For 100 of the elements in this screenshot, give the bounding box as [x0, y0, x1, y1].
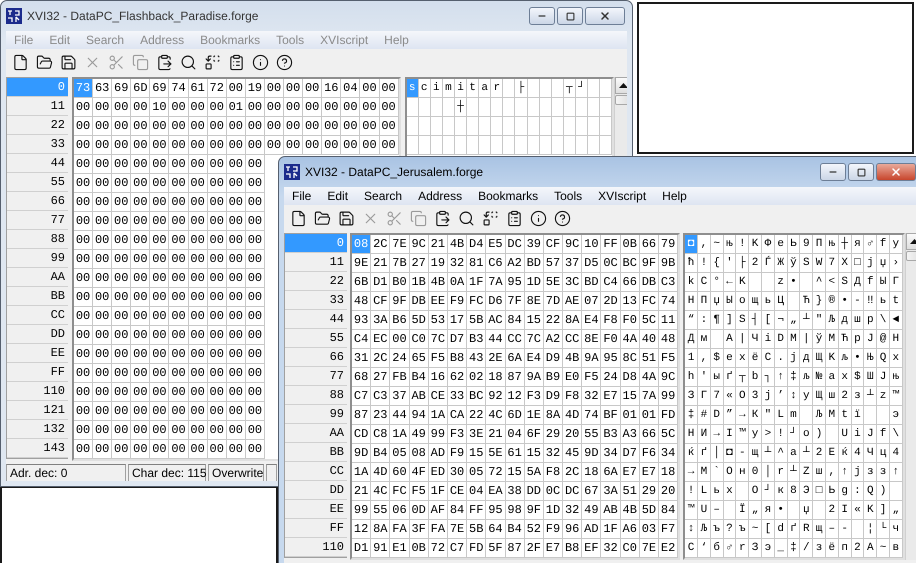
text-char-cell[interactable]: m — [788, 406, 800, 425]
text-char-cell[interactable]: ! — [774, 425, 788, 444]
hex-byte-cell[interactable]: 00 — [226, 402, 246, 421]
text-char-cell[interactable]: ├ — [515, 79, 528, 98]
hex-byte-cell[interactable]: 00 — [284, 117, 304, 136]
text-char-cell[interactable]: ’ — [774, 387, 788, 406]
hex-byte-cell[interactable]: 00 — [131, 117, 150, 136]
text-char-cell[interactable]: r — [774, 463, 788, 482]
text-char-cell[interactable]: у — [749, 425, 762, 444]
text-char-cell[interactable]: K — [736, 273, 750, 292]
text-char-cell[interactable]: ” — [724, 406, 736, 425]
hex-byte-cell[interactable]: 61 — [188, 79, 208, 98]
text-char-cell[interactable]: А — [864, 539, 878, 558]
hex-byte-cell[interactable]: 15 — [467, 444, 486, 463]
hex-byte-cell[interactable]: FC — [467, 292, 486, 311]
hex-byte-cell[interactable]: 00 — [112, 250, 132, 269]
hex-byte-cell[interactable]: 00 — [208, 98, 227, 117]
text-char-cell[interactable]: / — [800, 539, 814, 558]
hex-byte-cell[interactable]: 1D — [544, 501, 564, 520]
hex-byte-cell[interactable]: 72 — [486, 463, 506, 482]
text-char-cell[interactable]: м — [698, 330, 711, 349]
text-char-cell[interactable]: U — [698, 501, 711, 520]
hex-byte-cell[interactable]: 9C — [563, 235, 582, 254]
hex-byte-cell[interactable]: 00 — [322, 98, 342, 117]
blank-char-cell[interactable] — [826, 425, 839, 444]
hex-byte-cell[interactable]: 00 — [188, 402, 208, 421]
blank-char-cell[interactable] — [552, 136, 564, 155]
text-char-cell[interactable]: ~ — [877, 539, 890, 558]
blank-char-cell[interactable] — [540, 98, 552, 117]
text-char-cell[interactable]: ' — [724, 254, 736, 273]
hex-byte-cell[interactable]: B9 — [544, 368, 564, 387]
hex-byte-cell[interactable]: 00 — [246, 193, 265, 212]
minimize-button[interactable] — [529, 7, 555, 25]
hex-byte-cell[interactable]: 66 — [620, 273, 640, 292]
hex-byte-cell[interactable]: 52 — [524, 520, 544, 539]
text-char-cell[interactable]: ь — [762, 292, 775, 311]
hex-byte-cell[interactable]: 00 — [131, 402, 150, 421]
hex-byte-cell[interactable]: 99 — [352, 501, 372, 520]
hex-byte-cell[interactable]: 93 — [352, 311, 372, 330]
hex-byte-cell[interactable]: 1A — [390, 425, 410, 444]
blank-char-cell[interactable] — [890, 482, 903, 501]
text-char-cell[interactable]: C — [762, 349, 775, 368]
hex-byte-cell[interactable]: 00 — [150, 193, 170, 212]
hex-byte-cell[interactable]: 55 — [582, 425, 602, 444]
text-char-cell[interactable]: R — [800, 520, 814, 539]
text-char-cell[interactable]: “ — [685, 311, 698, 330]
hex-byte-cell[interactable]: 00 — [226, 421, 246, 440]
hex-byte-cell[interactable]: 0B — [620, 235, 640, 254]
hex-byte-cell[interactable]: 00 — [150, 155, 170, 174]
text-char-cell[interactable]: Љ — [813, 406, 826, 425]
hex-byte-cell[interactable]: 00 — [74, 364, 94, 383]
text-char-cell[interactable]: │ — [762, 463, 775, 482]
hex-byte-cell[interactable]: 00 — [131, 364, 150, 383]
text-char-cell[interactable]: i — [454, 79, 468, 98]
hex-byte-cell[interactable]: 00 — [169, 174, 189, 193]
hex-byte-cell[interactable]: C4 — [601, 273, 621, 292]
text-char-cell[interactable]: ч — [890, 520, 903, 539]
blank-char-cell[interactable] — [600, 98, 612, 117]
hex-byte-cell[interactable]: 00 — [188, 288, 208, 307]
hex-byte-cell[interactable]: 00 — [246, 250, 265, 269]
hex-byte-cell[interactable]: 18 — [582, 463, 602, 482]
hex-byte-cell[interactable]: 5F — [486, 539, 506, 558]
hex-byte-cell[interactable]: 00 — [150, 250, 170, 269]
hex-byte-cell[interactable]: 6A — [601, 463, 621, 482]
hex-byte-cell[interactable]: C7 — [448, 539, 468, 558]
blank-char-cell[interactable] — [503, 79, 516, 98]
text-char-cell[interactable]: ┴ — [762, 444, 775, 463]
blank-char-cell[interactable] — [430, 98, 443, 117]
hex-byte-cell[interactable]: 13 — [620, 292, 640, 311]
text-char-cell[interactable]: ‼ — [864, 292, 878, 311]
hex-byte-cell[interactable]: 00 — [226, 364, 246, 383]
text-char-cell[interactable]: > — [762, 425, 775, 444]
hex-byte-cell[interactable]: 00 — [246, 117, 265, 136]
blank-char-cell[interactable] — [528, 117, 540, 136]
hex-byte-cell[interactable]: 6D — [131, 79, 150, 98]
hex-byte-cell[interactable]: 00 — [226, 288, 246, 307]
hex-byte-cell[interactable]: C6 — [486, 254, 506, 273]
text-char-cell[interactable]: b — [749, 368, 762, 387]
hex-byte-cell[interactable]: 00 — [74, 383, 94, 402]
hex-byte-cell[interactable]: 00 — [93, 402, 112, 421]
blank-char-cell[interactable] — [710, 330, 724, 349]
menu-item[interactable]: Tools — [546, 189, 590, 203]
text-char-cell[interactable]: ┼ — [454, 98, 468, 117]
hex-byte-cell[interactable]: 00 — [93, 174, 112, 193]
hex-byte-cell[interactable]: D8 — [620, 368, 640, 387]
hex-byte-cell[interactable]: 00 — [188, 117, 208, 136]
hex-byte-cell[interactable]: 7A — [486, 273, 506, 292]
hex-byte-cell[interactable]: 4D — [371, 463, 390, 482]
hex-byte-cell[interactable]: 00 — [74, 345, 94, 364]
text-char-cell[interactable]: Ѕ — [800, 254, 814, 273]
hex-byte-cell[interactable]: 8A — [371, 520, 390, 539]
hex-byte-cell[interactable]: E7 — [544, 539, 564, 558]
text-char-cell[interactable]: ' — [698, 368, 711, 387]
hex-byte-cell[interactable]: C0 — [410, 330, 429, 349]
blank-char-cell[interactable] — [552, 117, 564, 136]
hex-byte-cell[interactable]: 72 — [428, 539, 448, 558]
text-char-cell[interactable]: ┴ — [788, 463, 800, 482]
hex-byte-cell[interactable]: 7E — [640, 539, 659, 558]
hex-byte-cell[interactable]: 00 — [93, 364, 112, 383]
hex-byte-cell[interactable]: F8 — [601, 311, 621, 330]
